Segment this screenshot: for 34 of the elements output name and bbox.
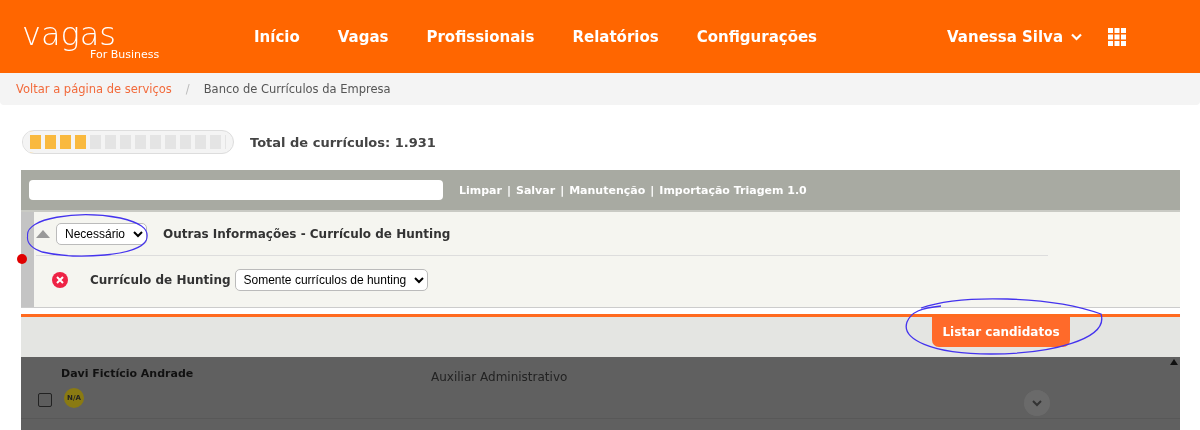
criterion-select[interactable]: Somente currículos de hunting	[234, 269, 428, 291]
toolbar-link[interactable]: Importação Triagem 1.0	[659, 183, 807, 197]
user-menu[interactable]: Vanessa Silva	[947, 27, 1082, 46]
link-separator: |	[560, 183, 565, 197]
nav-link[interactable]: Relatórios	[572, 27, 659, 46]
back-link[interactable]: Voltar a página de serviços	[16, 82, 172, 96]
row-checkbox[interactable]	[38, 393, 52, 407]
toolbar-link[interactable]: Limpar	[459, 183, 502, 197]
list-candidates-button[interactable]: Listar candidatos	[932, 317, 1070, 347]
toolbar-link[interactable]: Manutenção	[569, 183, 646, 197]
apps-grid-icon[interactable]	[1108, 27, 1126, 46]
nav-link[interactable]: Vagas	[337, 27, 389, 46]
link-separator: |	[650, 183, 655, 197]
requirement-select[interactable]: Necessário	[56, 222, 147, 245]
total-count: Total de currículos: 1.931	[250, 134, 436, 150]
logo-text: vagas	[22, 18, 117, 49]
job-position: Auxiliar Administrativo	[431, 370, 568, 386]
remove-icon[interactable]	[52, 272, 68, 288]
scroll-up-icon[interactable]	[1170, 359, 1178, 365]
breadcrumb-current: Banco de Currículos da Empresa	[203, 82, 391, 96]
criterion-label: Currículo de Hunting	[90, 273, 231, 287]
nav-link[interactable]: Profissionais	[426, 27, 535, 46]
breadcrumb-separator: /	[185, 82, 190, 96]
logo-subtitle: For Business	[90, 48, 161, 61]
nav-link[interactable]: Configurações	[696, 27, 818, 46]
candidate-name: Davi Fictício Andrade	[61, 367, 195, 380]
chevron-down-icon	[1071, 32, 1082, 41]
link-separator: |	[506, 183, 511, 197]
search-field[interactable]	[29, 180, 443, 200]
section-title: Outras Informações - Currículo de Hunting	[163, 226, 451, 241]
status-dot	[17, 254, 27, 264]
collapse-triangle-icon[interactable]	[36, 229, 50, 238]
nav-link[interactable]: Início	[254, 27, 300, 46]
toolbar-link[interactable]: Salvar	[516, 183, 556, 197]
